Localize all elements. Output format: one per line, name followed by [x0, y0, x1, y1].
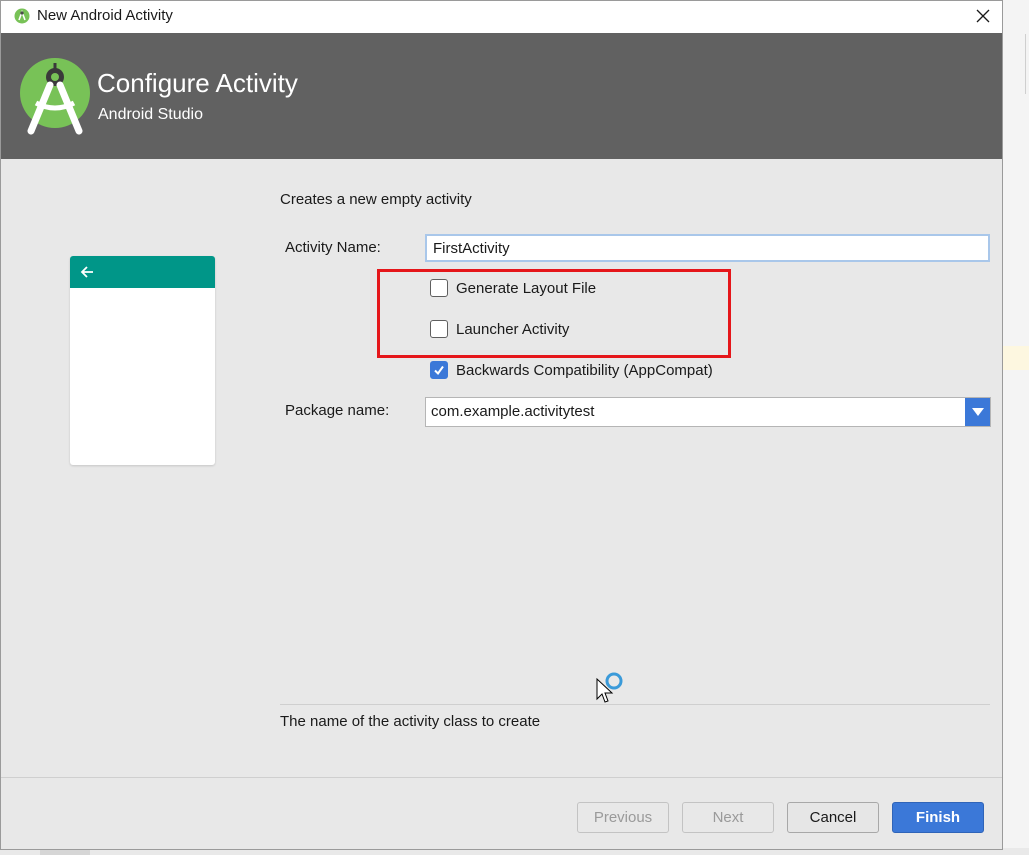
package-name-value: com.example.activitytest	[431, 403, 595, 420]
dialog-window: New Android Activity Configure Activity …	[0, 0, 1003, 850]
close-icon	[976, 9, 990, 23]
backwards-compat-checkbox[interactable]: Backwards Compatibility (AppCompat)	[430, 360, 713, 380]
close-button[interactable]	[967, 1, 999, 31]
highlight-annotation-box	[377, 269, 731, 358]
activity-name-label: Activity Name:	[285, 239, 381, 256]
android-studio-logo-icon	[20, 58, 90, 135]
checkbox-label: Backwards Compatibility (AppCompat)	[456, 361, 713, 379]
background-divider	[1025, 34, 1026, 94]
dropdown-arrow[interactable]	[965, 398, 990, 426]
window-title: New Android Activity	[37, 7, 173, 24]
package-name-label: Package name:	[285, 402, 390, 419]
arrow-left-icon	[80, 266, 93, 278]
checkbox-box[interactable]	[430, 361, 448, 379]
field-hint: The name of the activity class to create	[280, 713, 541, 730]
background-window-strip	[1003, 0, 1029, 855]
page-subtitle: Android Studio	[98, 106, 203, 123]
preview-toolbar	[70, 256, 215, 288]
chevron-down-icon	[971, 408, 984, 416]
hint-divider	[280, 704, 990, 705]
busy-cursor-icon	[596, 672, 623, 703]
template-description: Creates a new empty activity	[280, 191, 472, 208]
finish-button[interactable]: Finish	[892, 802, 984, 833]
cancel-button[interactable]: Cancel	[787, 802, 879, 833]
footer-divider	[1, 777, 1002, 778]
next-button[interactable]: Next	[682, 802, 774, 833]
android-studio-small-icon	[14, 8, 30, 24]
wizard-header: Configure Activity Android Studio	[1, 33, 1002, 159]
checkmark-icon	[434, 365, 444, 376]
activity-name-input[interactable]	[425, 234, 990, 262]
title-bar: New Android Activity	[1, 1, 1002, 33]
package-name-dropdown[interactable]: com.example.activitytest	[425, 397, 991, 427]
previous-button[interactable]: Previous	[577, 802, 669, 833]
activity-preview	[70, 256, 215, 465]
background-highlight	[1003, 346, 1029, 370]
page-title: Configure Activity	[97, 68, 298, 98]
